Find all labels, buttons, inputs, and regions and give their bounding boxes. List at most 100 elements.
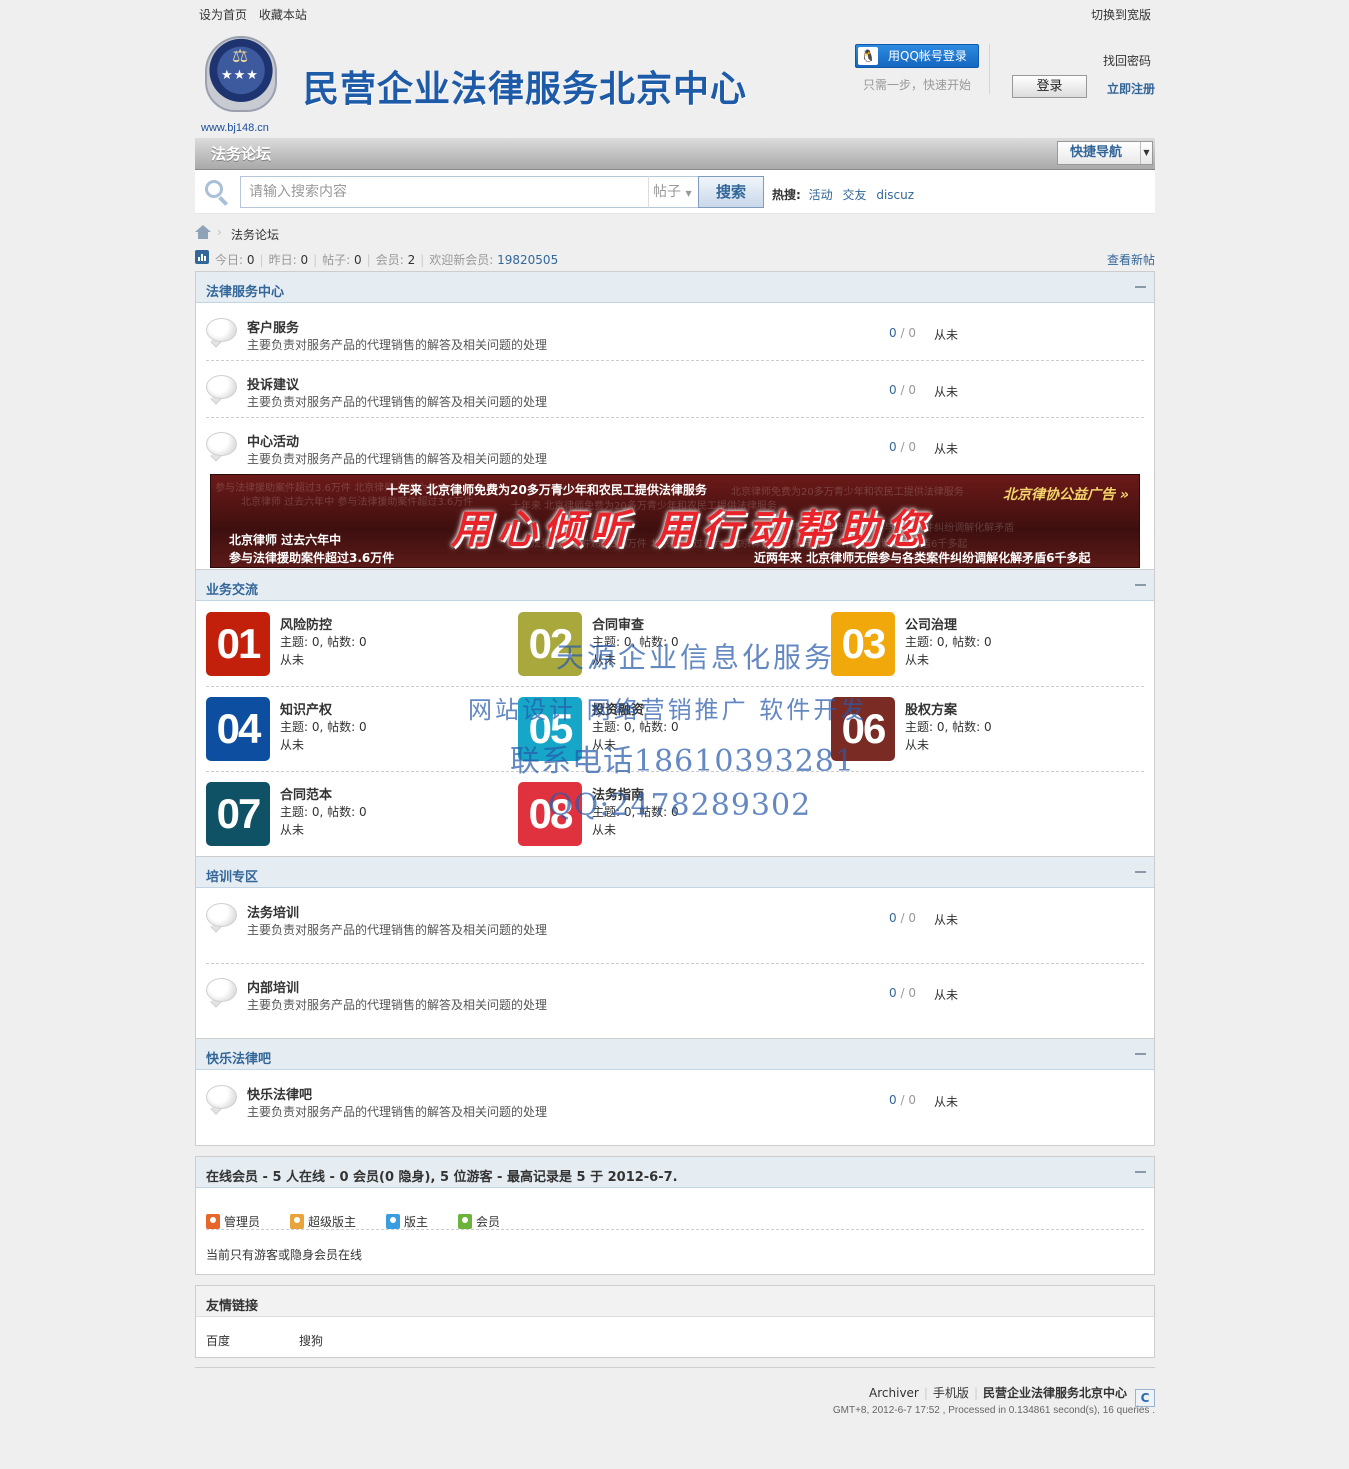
register-link[interactable]: 立即注册 bbox=[1107, 80, 1155, 97]
friend-link[interactable]: 百度 bbox=[206, 1332, 230, 1349]
search-type-select[interactable]: 帖子 ▼ bbox=[648, 176, 698, 208]
hot-search-term[interactable]: discuz bbox=[876, 188, 914, 202]
forum-last-post: 从未 bbox=[905, 653, 930, 667]
newest-member-link[interactable]: 19820505 bbox=[497, 253, 558, 267]
collapse-icon[interactable] bbox=[1135, 286, 1146, 288]
forgot-password-link[interactable]: 找回密码 bbox=[1103, 52, 1151, 69]
collapse-icon[interactable] bbox=[1135, 584, 1146, 586]
forum-stats: 今日: 0 | 昨日: 0 | 帖子: 0 | 会员: 2 | 欢迎新会员: 19820505 … bbox=[195, 248, 1155, 268]
forum-name[interactable]: 内部培训 bbox=[247, 977, 299, 996]
forum-name[interactable]: 中心活动 bbox=[247, 431, 299, 450]
watermark-line: 联系电话18610393281 bbox=[510, 744, 855, 779]
breadcrumb-separator: › bbox=[217, 225, 222, 239]
collapse-icon[interactable] bbox=[1135, 1171, 1146, 1173]
qq-login-tip: 只需一步，快速开始 bbox=[863, 78, 972, 92]
forum-row[interactable]: 内部培训 主要负责对服务产品的代理销售的解答及相关问题的处理 0 / 0 从未 bbox=[206, 964, 1144, 1039]
forum-meta: 主题: 0, 帖数: 0 bbox=[905, 635, 992, 649]
forum-name[interactable]: 公司治理 bbox=[905, 614, 957, 633]
breadcrumb-current[interactable]: 法务论坛 bbox=[231, 226, 279, 243]
friend-link[interactable]: 搜狗 bbox=[299, 1332, 323, 1349]
forum-name[interactable]: 知识产权 bbox=[280, 699, 332, 718]
forum-desc: 主要负责对服务产品的代理销售的解答及相关问题的处理 bbox=[247, 923, 548, 937]
category-title[interactable]: 法律服务中心 bbox=[206, 281, 284, 300]
collapse-icon[interactable] bbox=[1135, 871, 1146, 873]
hot-search-term[interactable]: 活动 bbox=[809, 188, 833, 202]
category-header: 法律服务中心 bbox=[196, 272, 1154, 303]
bookmark-link[interactable]: 收藏本站 bbox=[259, 8, 307, 22]
member-user-icon bbox=[458, 1214, 472, 1229]
category-title[interactable]: 业务交流 bbox=[206, 579, 258, 598]
switch-wide-link[interactable]: 切换到宽版 bbox=[1091, 6, 1151, 23]
chevron-down-icon: ▼ bbox=[685, 189, 692, 198]
forum-tile[interactable]: 03 公司治理 主题: 0, 帖数: 0 从未 bbox=[831, 612, 1131, 678]
hot-search: 热搜: 活动 交友 discuz bbox=[772, 186, 920, 203]
legend-admin: 管理员 bbox=[206, 1213, 260, 1230]
header-divider bbox=[989, 44, 990, 94]
forum-name[interactable]: 合同审查 bbox=[592, 614, 644, 633]
category-title[interactable]: 培训专区 bbox=[206, 866, 258, 885]
banner-line5: 近两年来 北京律师无偿参与各类案件纠纷调解化解矛盾6千多起 bbox=[754, 551, 1091, 565]
search-input[interactable]: 请输入搜索内容 bbox=[240, 176, 648, 208]
search-icon bbox=[205, 180, 231, 206]
qq-login-label: 用QQ帐号登录 bbox=[888, 49, 967, 63]
stats-text: 今日: 0 | 昨日: 0 | 帖子: 0 | 会员: 2 | 欢迎新会员: 19820505 bbox=[215, 253, 559, 267]
forum-name[interactable]: 合同范本 bbox=[280, 784, 332, 803]
forum-last-post: 从未 bbox=[934, 913, 959, 927]
site-title: 民营企业法律服务北京中心 bbox=[303, 69, 748, 110]
banner-slogan: 用心倾听 用行动帮助您 bbox=[451, 507, 931, 553]
mobile-link[interactable]: 手机版 bbox=[933, 1386, 969, 1400]
speech-bubble-icon bbox=[206, 978, 237, 1008]
online-header: 在线会员 - 5 人在线 - 0 会员(0 隐身), 5 位游客 - 最高记录是… bbox=[196, 1157, 1154, 1188]
quick-nav-button[interactable]: 快捷导航 ▼ bbox=[1057, 141, 1153, 165]
hot-search-label: 热搜: bbox=[772, 188, 801, 202]
collapse-icon[interactable] bbox=[1135, 1053, 1146, 1055]
speech-bubble-icon bbox=[206, 318, 237, 348]
login-button[interactable]: 登录 bbox=[1012, 75, 1087, 98]
row-divider bbox=[206, 1229, 1144, 1230]
category-title[interactable]: 快乐法律吧 bbox=[206, 1048, 271, 1067]
online-title[interactable]: 在线会员 - 5 人在线 - 0 会员(0 隐身), 5 位游客 - 最高记录是… bbox=[206, 1166, 678, 1185]
forum-counts: 0 / 0 bbox=[889, 440, 916, 454]
forum-tile[interactable]: 07 合同范本 主题: 0, 帖数: 0 从未 bbox=[206, 782, 506, 848]
search-bar: 请输入搜索内容 帖子 ▼ 搜索 热搜: 活动 交友 discuz bbox=[195, 170, 1155, 214]
forum-row[interactable]: 客户服务 主要负责对服务产品的代理销售的解答及相关问题的处理 0 / 0 从未 bbox=[206, 304, 1144, 361]
forum-desc: 主要负责对服务产品的代理销售的解答及相关问题的处理 bbox=[247, 452, 548, 466]
forum-name[interactable]: 快乐法律吧 bbox=[247, 1084, 312, 1103]
stat-today: 0 bbox=[246, 253, 255, 267]
forum-tile[interactable]: 06 股权方案 主题: 0, 帖数: 0 从未 bbox=[831, 697, 1131, 763]
qq-login-button[interactable]: 🐧 用QQ帐号登录 bbox=[855, 44, 979, 68]
forum-row[interactable]: 投诉建议 主要负责对服务产品的代理销售的解答及相关问题的处理 0 / 0 从未 bbox=[206, 361, 1144, 418]
speech-bubble-icon bbox=[206, 903, 237, 933]
forum-counts: 0 / 0 bbox=[889, 383, 916, 397]
forum-name[interactable]: 股权方案 bbox=[905, 699, 957, 718]
forum-name[interactable]: 法务培训 bbox=[247, 902, 299, 921]
hot-search-term[interactable]: 交友 bbox=[842, 188, 866, 202]
site-logo[interactable]: ⚖ ★★★ www.bj148.cn bbox=[199, 34, 293, 148]
forum-name[interactable]: 投诉建议 bbox=[247, 374, 299, 393]
nav-item-forum[interactable]: 法务论坛 bbox=[205, 138, 277, 170]
archiver-link[interactable]: Archiver bbox=[869, 1386, 919, 1400]
home-icon[interactable] bbox=[195, 225, 211, 239]
court-emblem-icon: ⚖ ★★★ bbox=[205, 36, 277, 112]
forum-last-post: 从未 bbox=[905, 738, 930, 752]
forum-last-post: 从未 bbox=[280, 653, 305, 667]
online-members: 在线会员 - 5 人在线 - 0 会员(0 隐身), 5 位游客 - 最高记录是… bbox=[195, 1156, 1155, 1275]
forum-name[interactable]: 风险防控 bbox=[280, 614, 332, 633]
speech-bubble-icon bbox=[206, 432, 237, 462]
footer-site-link[interactable]: 民营企业法律服务北京中心 bbox=[983, 1386, 1127, 1400]
forum-last-post: 从未 bbox=[934, 328, 959, 342]
forum-row[interactable]: 法务培训 主要负责对服务产品的代理销售的解答及相关问题的处理 0 / 0 从未 bbox=[206, 889, 1144, 964]
search-button[interactable]: 搜索 bbox=[698, 176, 764, 208]
view-new-posts-link[interactable]: 查看新帖 bbox=[1107, 251, 1155, 268]
super-mod-user-icon bbox=[290, 1214, 304, 1229]
set-home-link[interactable]: 设为首页 bbox=[199, 8, 247, 22]
banner-line1: 十年来 北京律师免费为20多万青少年和农民工提供法律服务 bbox=[386, 483, 707, 497]
forum-row[interactable]: 中心活动 主要负责对服务产品的代理销售的解答及相关问题的处理 0 / 0 从未 bbox=[206, 418, 1144, 475]
forum-name[interactable]: 客户服务 bbox=[247, 317, 299, 336]
bar-chart-icon bbox=[195, 250, 209, 264]
stat-yesterday: 0 bbox=[300, 253, 309, 267]
forum-tile[interactable]: 04 知识产权 主题: 0, 帖数: 0 从未 bbox=[206, 697, 506, 763]
forum-row[interactable]: 快乐法律吧 主要负责对服务产品的代理销售的解答及相关问题的处理 0 / 0 从未 bbox=[206, 1071, 1144, 1141]
forum-tile[interactable]: 01 风险防控 主题: 0, 帖数: 0 从未 bbox=[206, 612, 506, 678]
public-service-banner-ad[interactable]: 参与法律援助案件超过3.6万件 北京律师 过去六年中 北京律师 过去六年中 参与… bbox=[210, 474, 1140, 568]
